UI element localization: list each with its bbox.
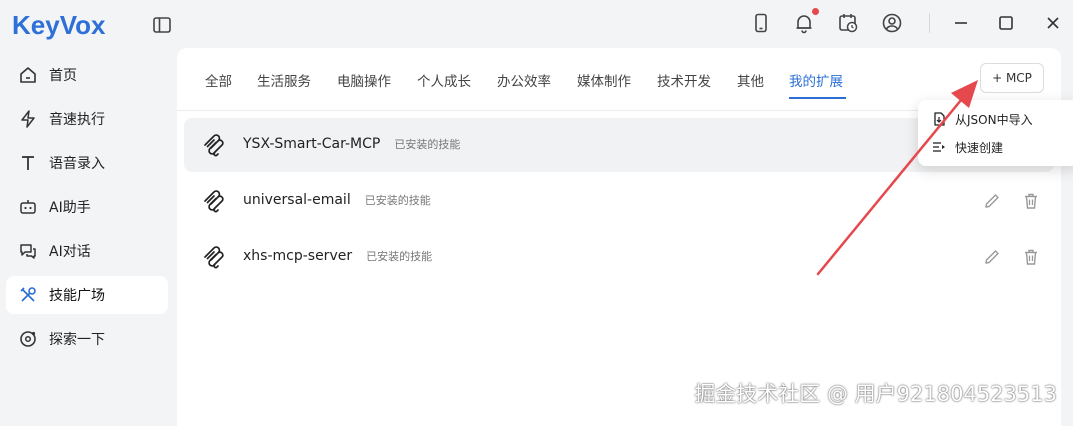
notification-dot: [812, 8, 819, 15]
sidebar-item-explore[interactable]: 探索一下: [6, 320, 168, 358]
text-t-icon: [22, 156, 34, 170]
keyvox-logo: KeyVox: [12, 10, 106, 40]
skill-name: YSX-Smart-Car-MCP 已安装的技能: [243, 136, 460, 152]
sidebar-item-ai-chat[interactable]: AI对话: [6, 232, 168, 270]
tab-media-production[interactable]: 媒体制作: [577, 70, 631, 90]
tab-office-efficiency[interactable]: 办公效率: [497, 70, 551, 90]
sidebar-item-label: 语音录入: [49, 156, 105, 172]
installed-tag: 已安装的技能: [366, 250, 433, 263]
file-import-icon: [934, 112, 945, 126]
menu-item-import-json[interactable]: 从JSON中导入: [932, 109, 1033, 129]
tab-computer-ops[interactable]: 电脑操作: [337, 70, 391, 90]
menu-item-label: 从JSON中导入: [955, 112, 1033, 127]
tab-tech-dev[interactable]: 技术开发: [657, 70, 711, 90]
tab-other[interactable]: 其他: [737, 70, 764, 90]
sidebar-item-skill-plaza[interactable]: 技能广场: [6, 276, 168, 314]
sidebar-item-home[interactable]: 首页: [6, 56, 168, 94]
window-controls-separator: [929, 13, 930, 33]
menu-item-quick-create[interactable]: 快速创建: [932, 137, 1003, 157]
maximize-icon[interactable]: [995, 12, 1017, 34]
sidebar-item-ai-assistant[interactable]: AI助手: [6, 188, 168, 226]
close-icon[interactable]: [1042, 12, 1064, 34]
watermark: 掘金技术社区 @ 用户921804523513: [694, 382, 1057, 406]
home-icon: [20, 67, 36, 83]
user-circle-icon[interactable]: [881, 12, 903, 34]
table-row[interactable]: universal-email 已安装的技能: [184, 174, 1054, 228]
sidebar-item-label: 探索一下: [49, 332, 105, 348]
phone-icon[interactable]: [750, 12, 772, 34]
tab-all[interactable]: 全部: [205, 70, 232, 90]
sidebar-item-label: AI对话: [49, 244, 91, 260]
sidebar-item-label: AI助手: [49, 200, 91, 216]
calendar-clock-icon[interactable]: [837, 12, 859, 34]
explore-icon: [20, 331, 36, 347]
tools-icon: [20, 287, 36, 302]
active-tab-indicator: [789, 97, 846, 99]
table-row[interactable]: xhs-mcp-server 已安装的技能: [184, 230, 1054, 284]
tab-my-extensions[interactable]: 我的扩展: [789, 70, 843, 90]
edit-icon[interactable]: [983, 192, 1001, 210]
skill-name-text: xhs-mcp-server: [243, 248, 353, 264]
sidebar-item-label: 音速执行: [49, 112, 105, 128]
chat-icon: [20, 244, 36, 259]
skill-name: universal-email 已安装的技能: [243, 192, 431, 208]
bell-icon[interactable]: [793, 12, 815, 34]
skill-name: xhs-mcp-server 已安装的技能: [243, 248, 432, 264]
mcp-icon: [204, 134, 224, 157]
mcp-icon: [204, 246, 224, 269]
mcp-icon: [204, 190, 224, 213]
sidebar-item-label: 首页: [49, 68, 77, 84]
add-mcp-dropdown: 从JSON中导入 快速创建: [918, 100, 1073, 166]
robot-icon: [20, 200, 36, 214]
trash-icon[interactable]: [1022, 248, 1040, 266]
trash-icon[interactable]: [1022, 192, 1040, 210]
installed-tag: 已安装的技能: [364, 194, 431, 207]
lightning-icon: [21, 110, 35, 128]
edit-icon[interactable]: [983, 248, 1001, 266]
tab-life-services[interactable]: 生活服务: [257, 70, 311, 90]
menu-item-label: 快速创建: [955, 140, 1004, 155]
svg-text:KeyVox: KeyVox: [12, 10, 106, 40]
minimize-icon[interactable]: [950, 12, 972, 34]
add-mcp-button[interactable]: + MCP: [980, 63, 1044, 93]
sidebar-toggle-icon[interactable]: [152, 15, 172, 35]
sidebar-item-voice-input[interactable]: 语音录入: [6, 144, 168, 182]
skill-name-text: YSX-Smart-Car-MCP: [243, 136, 381, 152]
sidebar: 首页 音速执行 语音录入 AI助手 AI对话 技能广场 探索一下: [0, 48, 176, 426]
quick-create-icon: [933, 142, 945, 152]
sidebar-item-quick-exec[interactable]: 音速执行: [6, 100, 168, 138]
top-bar: KeyVox: [0, 0, 1073, 48]
installed-tag: 已安装的技能: [394, 138, 461, 151]
skill-name-text: universal-email: [243, 192, 351, 208]
tab-personal-growth[interactable]: 个人成长: [417, 70, 471, 90]
sidebar-item-label: 技能广场: [49, 288, 105, 304]
